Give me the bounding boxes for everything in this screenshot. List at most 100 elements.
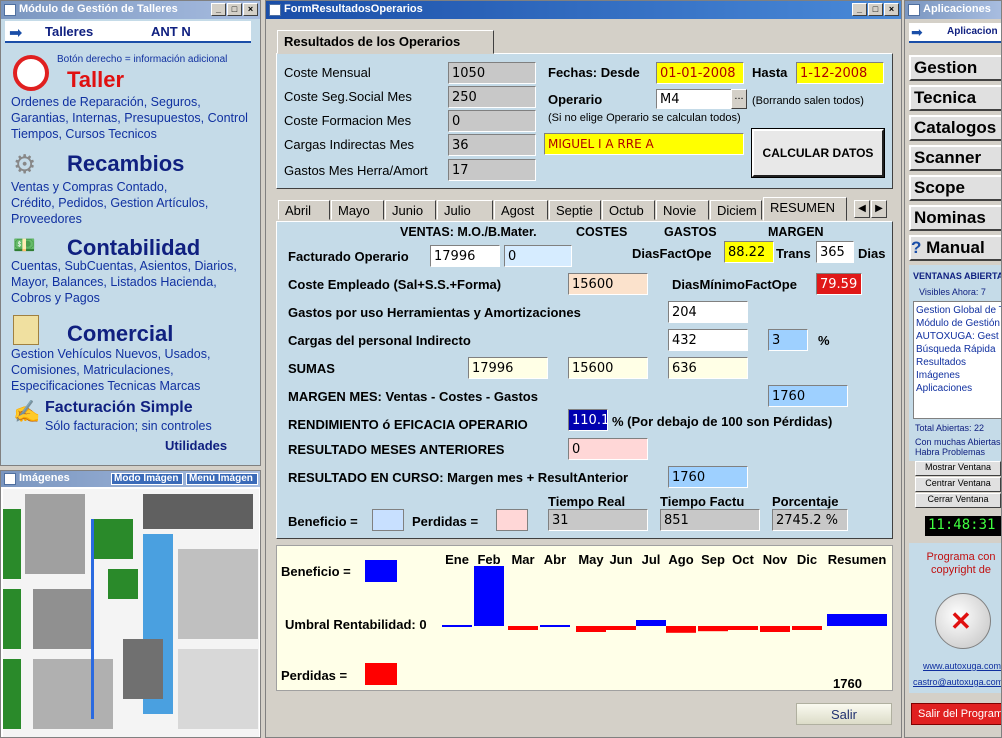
cargas-indirectas-field[interactable]: 36 xyxy=(448,134,536,156)
catalogos-button[interactable]: Catalogos xyxy=(909,115,1001,141)
mode-image-dropdown[interactable]: Modo Imágen xyxy=(111,473,183,485)
open-windows-list[interactable]: Gestion Global de T Módulo de Gestión AU… xyxy=(913,301,1001,419)
chart-plot: Ene Feb Mar Abr May Jun Jul Ago Sep Oct Nov Dic Resu… xyxy=(442,552,887,633)
minimize-button[interactable]: _ xyxy=(852,3,867,16)
operario-label: Operario xyxy=(548,92,603,107)
maximize-button[interactable]: □ xyxy=(868,3,883,16)
chart-category-label: Dic xyxy=(797,552,817,567)
section-taller-text[interactable]: Ordenes de Reparación, Seguros, Garantia… xyxy=(11,94,251,142)
chart-bar-ene xyxy=(442,625,472,627)
applications-header-label: Aplicacion xyxy=(947,26,998,37)
scope-button[interactable]: Scope xyxy=(909,175,1001,201)
section-recambios-text[interactable]: Ventas y Compras Contado, Crédito, Pedid… xyxy=(11,179,211,227)
coste-seg-social-field[interactable]: 250 xyxy=(448,86,536,108)
beneficio-label: Beneficio = xyxy=(288,514,358,529)
tab-scroll-left-button[interactable]: ◀ xyxy=(854,200,870,218)
tab-resumen[interactable]: RESUMEN xyxy=(763,197,847,221)
open-windows-panel: VENTANAS ABIERTAS Visibles Ahora: 7 Gest… xyxy=(909,265,1001,461)
facturado-bm-field[interactable]: 0 xyxy=(504,245,572,267)
rendimiento-label: RENDIMIENTO ó EFICACIA OPERARIO xyxy=(288,417,528,432)
warning-text: Con muchas Abiertas Habra Problemas xyxy=(915,437,1001,457)
tab-agost[interactable]: Agost xyxy=(494,200,548,220)
coste-formacion-field[interactable]: 0 xyxy=(448,110,536,132)
salir-button[interactable]: Salir xyxy=(796,703,892,725)
gestion-button[interactable]: Gestion xyxy=(909,55,1001,81)
close-button[interactable]: × xyxy=(243,3,258,16)
chart-category-label: Mar xyxy=(511,552,534,567)
facturado-mo-field[interactable]: 17996 xyxy=(430,245,500,267)
perdidas-label: Perdidas = xyxy=(412,514,479,529)
digital-clock: 11:48:31 xyxy=(925,516,1001,536)
coste-formacion-label: Coste Formacion Mes xyxy=(284,113,412,128)
exit-program-button[interactable]: Salir del Programa xyxy=(911,703,1001,725)
gastos-herra-field[interactable]: 17 xyxy=(448,159,536,181)
cargas-pct-field[interactable]: 3 xyxy=(768,329,808,351)
chart-category-label: Ago xyxy=(668,552,693,567)
trans-field[interactable]: 365 xyxy=(816,241,854,263)
list-item[interactable]: Imágenes xyxy=(916,369,1001,382)
section-recambios-title[interactable]: Recambios xyxy=(67,151,184,177)
manual-button[interactable]: ? Manual xyxy=(909,235,1001,261)
list-item[interactable]: Módulo de Gestión xyxy=(916,317,1001,330)
website-link[interactable]: www.autoxuga.com xyxy=(923,661,1001,671)
email-link[interactable]: castro@autoxuga.com xyxy=(913,677,1001,687)
list-item[interactable]: Resultados xyxy=(916,356,1001,369)
scanner-button[interactable]: Scanner xyxy=(909,145,1001,171)
applications-window: Aplicaciones ➡ Aplicacion Gestion Tecnic… xyxy=(904,0,1002,738)
tab-julio[interactable]: Julio xyxy=(437,200,493,220)
section-comercial-title[interactable]: Comercial xyxy=(67,321,173,347)
fecha-desde-field[interactable]: 01-01-2008 xyxy=(656,62,744,84)
nominas-button[interactable]: Nominas xyxy=(909,205,1001,231)
operario-field[interactable]: M4 xyxy=(656,89,732,109)
engine-diagram-image xyxy=(3,489,259,737)
close-button[interactable]: × xyxy=(884,3,899,16)
tab-diciem[interactable]: Diciem xyxy=(710,200,762,220)
list-item[interactable]: Gestion Global de T xyxy=(916,304,1001,317)
list-item[interactable]: Búsqueda Rápida xyxy=(916,343,1001,356)
chart-bar-oct xyxy=(728,626,758,630)
images-window-titlebar[interactable]: Imágenes Modo Imágen Menú Imágen xyxy=(1,471,260,487)
chart-bar-abr xyxy=(540,625,570,627)
list-item[interactable]: Aplicaciones xyxy=(916,382,1001,395)
list-item[interactable]: AUTOXUGA: Gest xyxy=(916,330,1001,343)
section-facturacion-title[interactable]: Facturación Simple xyxy=(45,399,193,417)
chart-bar-dic xyxy=(792,626,822,630)
results-window-titlebar[interactable]: FormResultadosOperarios _ □ × xyxy=(266,1,901,19)
dias-label: Dias xyxy=(858,246,886,261)
menu-image-dropdown[interactable]: Menú Imágen xyxy=(186,473,258,485)
header-user: ANT N xyxy=(151,24,191,39)
section-facturacion-text[interactable]: Sólo facturacion; sin controles xyxy=(45,419,212,433)
porcentaje-field: 2745.2 % xyxy=(772,509,848,531)
maximize-button[interactable]: □ xyxy=(227,3,242,16)
tab-septie[interactable]: Septie xyxy=(549,200,601,220)
pct-sign: % xyxy=(818,333,830,348)
tab-scroll-right-button[interactable]: ▶ xyxy=(871,200,887,218)
tab-resultados-operarios[interactable]: Resultados de los Operarios xyxy=(277,30,494,54)
tecnica-button[interactable]: Tecnica xyxy=(909,85,1001,111)
applications-titlebar[interactable]: Aplicaciones xyxy=(905,1,1001,19)
minimize-button[interactable]: _ xyxy=(211,3,226,16)
mostrar-ventana-button[interactable]: Mostrar Ventana xyxy=(915,461,1001,476)
chart-bar-may xyxy=(576,626,606,632)
section-taller-title[interactable]: Taller xyxy=(67,67,124,93)
section-contabilidad-text[interactable]: Cuentas, SubCuentas, Asientos, Diarios, … xyxy=(11,258,256,306)
coste-mensual-field[interactable]: 1050 xyxy=(448,62,536,84)
images-window: Imágenes Modo Imágen Menú Imágen xyxy=(0,470,261,738)
centrar-ventana-button[interactable]: Centrar Ventana xyxy=(915,477,1001,492)
operario-lookup-button[interactable]: ... xyxy=(731,89,747,109)
chart-category-label: Jun xyxy=(609,552,632,567)
fecha-hasta-field[interactable]: 1-12-2008 xyxy=(796,62,884,84)
tab-novie[interactable]: Novie xyxy=(656,200,709,220)
tab-octub[interactable]: Octub xyxy=(602,200,655,220)
tab-mayo[interactable]: Mayo xyxy=(331,200,384,220)
calcular-datos-button[interactable]: CALCULAR DATOS xyxy=(751,128,885,178)
person-icon: ✍ xyxy=(13,399,41,424)
tab-abril[interactable]: Abril xyxy=(278,200,330,220)
chart-bar-jul xyxy=(636,620,666,626)
left-window-titlebar[interactable]: Módulo de Gestión de Talleres _ □ × xyxy=(1,1,260,19)
tab-junio[interactable]: Junio xyxy=(385,200,436,220)
chart-category-label: Oct xyxy=(732,552,754,567)
cerrar-ventana-button[interactable]: Cerrar Ventana xyxy=(915,493,1001,508)
section-comercial-text[interactable]: Gestion Vehículos Nuevos, Usados, Comisi… xyxy=(11,346,256,394)
utilities-link[interactable]: Utilidades xyxy=(165,438,227,453)
